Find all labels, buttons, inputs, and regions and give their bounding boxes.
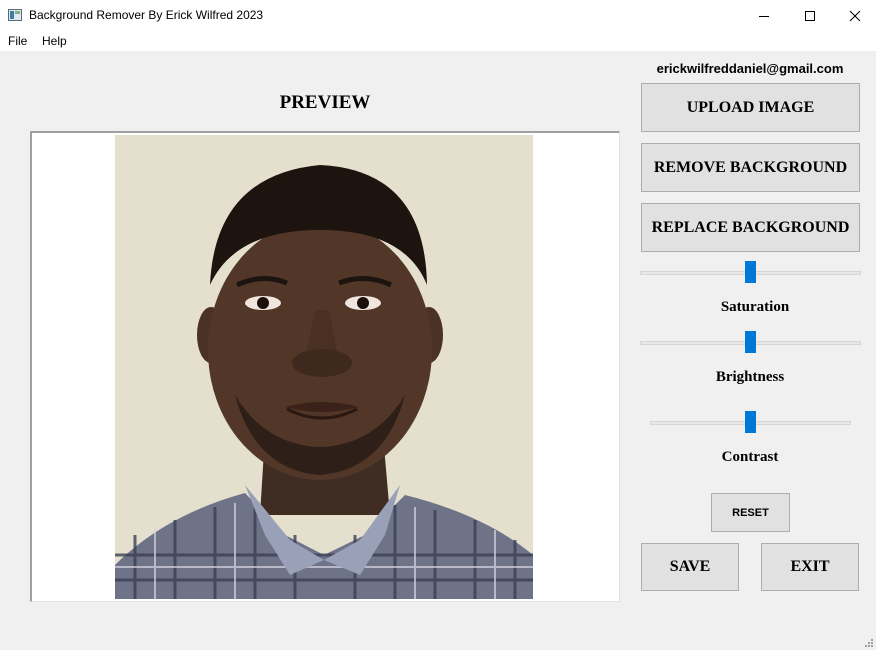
- menu-file[interactable]: File: [8, 34, 27, 48]
- close-icon: [849, 10, 861, 21]
- preview-title: PREVIEW: [279, 92, 371, 113]
- saturation-slider[interactable]: [640, 261, 861, 285]
- slider-thumb[interactable]: [745, 261, 756, 283]
- saturation-label: Saturation: [720, 299, 790, 315]
- minimize-icon: [759, 15, 769, 17]
- contrast-slider[interactable]: [650, 411, 851, 435]
- resize-grip-icon[interactable]: [864, 638, 874, 648]
- exit-button[interactable]: EXIT: [761, 543, 859, 591]
- contrast-label: Contrast: [721, 449, 779, 465]
- remove-background-button[interactable]: REMOVE BACKGROUND: [641, 143, 860, 192]
- brightness-label: Brightness: [715, 369, 785, 385]
- brightness-slider[interactable]: [640, 331, 861, 355]
- menu-help[interactable]: Help: [42, 34, 67, 48]
- preview-panel: [30, 131, 620, 602]
- close-button[interactable]: [832, 0, 876, 31]
- preview-image: [115, 135, 533, 599]
- minimize-button[interactable]: [741, 0, 787, 31]
- maximize-button[interactable]: [787, 0, 833, 31]
- slider-thumb[interactable]: [745, 331, 756, 353]
- reset-button[interactable]: RESET: [711, 493, 790, 532]
- upload-image-button[interactable]: UPLOAD IMAGE: [641, 83, 860, 132]
- app-window-icon: [8, 9, 22, 21]
- replace-background-button[interactable]: REPLACE BACKGROUND: [641, 203, 860, 252]
- menu-bar: File Help: [0, 31, 876, 51]
- portrait-photo-illustration: [115, 135, 533, 599]
- author-email: erickwilfreddaniel@gmail.com: [656, 61, 844, 76]
- window-title: Background Remover By Erick Wilfred 2023: [29, 8, 264, 22]
- title-bar: Background Remover By Erick Wilfred 2023: [0, 0, 876, 31]
- maximize-icon: [805, 10, 815, 21]
- save-button[interactable]: SAVE: [641, 543, 739, 591]
- slider-thumb[interactable]: [745, 411, 756, 433]
